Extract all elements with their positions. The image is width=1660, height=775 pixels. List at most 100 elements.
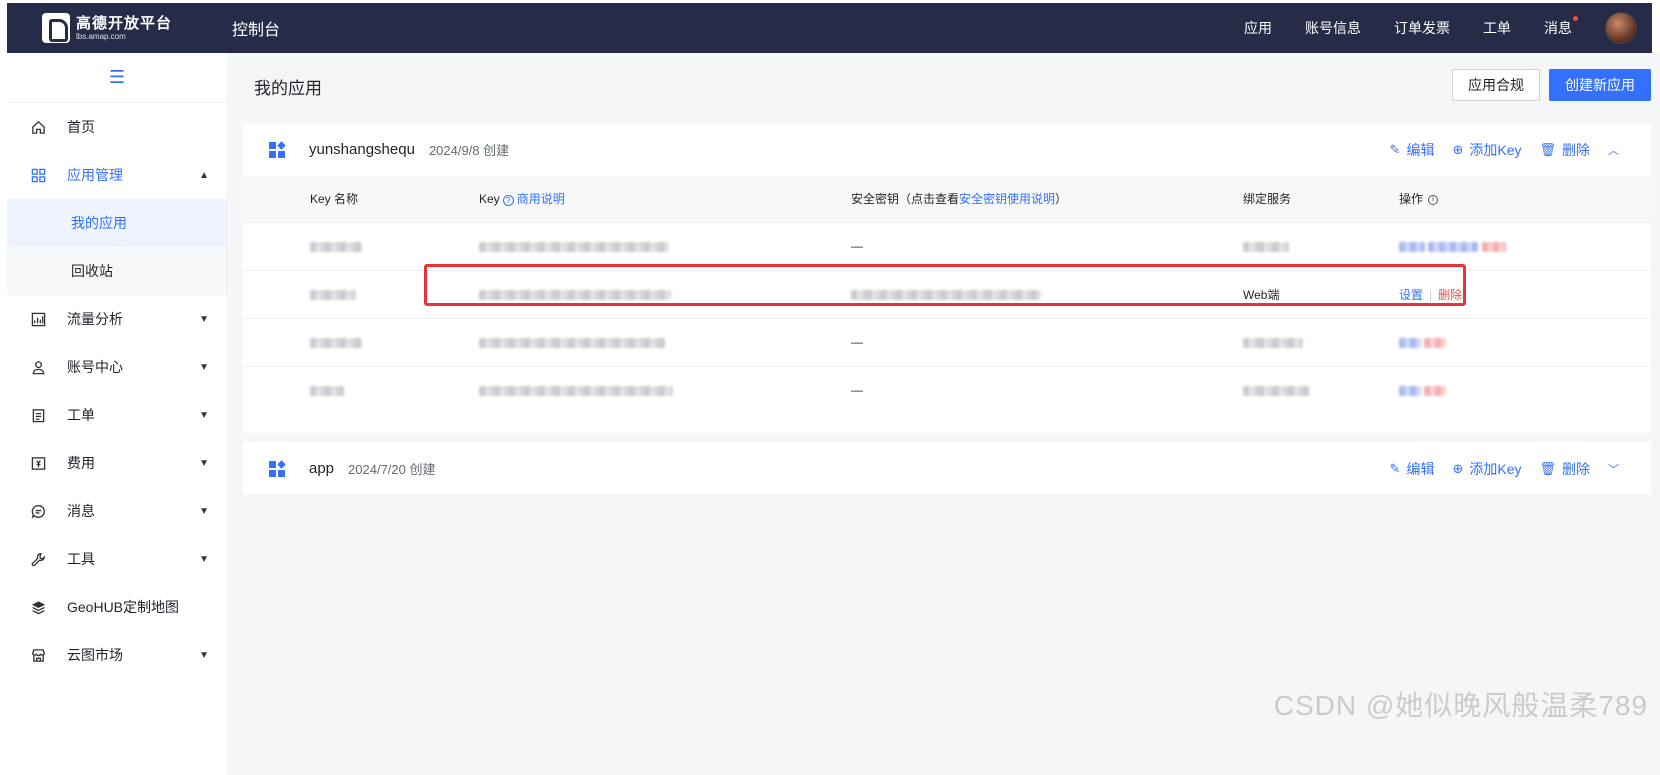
col-operations: 操作 i [1399, 176, 1651, 223]
page-title: 我的应用 [254, 79, 322, 98]
chevron-down-icon: ▼ [199, 313, 209, 325]
security-key-empty: — [851, 383, 863, 398]
sidebar-item-label: 应用管理 [67, 167, 123, 183]
sidebar-item-tickets[interactable]: 工单 ▼ [7, 391, 227, 439]
console-title[interactable]: 控制台 [232, 16, 280, 40]
csdn-watermark: CSDN @她似晚风般温柔789 [1273, 690, 1648, 721]
chevron-down-icon: ▼ [199, 553, 209, 565]
wrench-icon [29, 550, 47, 568]
user-avatar[interactable] [1605, 12, 1637, 44]
home-icon [29, 118, 47, 136]
chart-icon [29, 310, 47, 328]
key-settings-link[interactable]: 设置 [1399, 288, 1423, 302]
main-content: 我的应用 应用合规 创建新应用 yunshangshequ 2024/9/8 创… [229, 53, 1660, 775]
collapse-icon[interactable]: ︿ [1608, 142, 1619, 158]
expand-icon[interactable]: ﹀ [1608, 461, 1619, 477]
sidebar-item-traffic-analysis[interactable]: 流量分析 ▼ [7, 295, 227, 343]
key-delete-link[interactable]: 删除 [1438, 288, 1462, 302]
app-compliance-button[interactable]: 应用合规 [1452, 69, 1540, 101]
sidebar-item-label: 费用 [67, 455, 95, 471]
redacted-op[interactable] [1428, 241, 1479, 252]
redacted-security-key[interactable] [851, 289, 1041, 300]
col-security-key: 安全密钥（点击查看安全密钥使用说明） [851, 176, 1243, 223]
nav-messages[interactable]: 消息 [1544, 16, 1578, 38]
key-table: Key 名称 Key? 商用说明 安全密钥（点击查看安全密钥使用说明） 绑定服务 … [243, 176, 1651, 414]
edit-icon: ✎ [1389, 460, 1401, 476]
table-row: — [243, 222, 1651, 271]
redacted-op[interactable] [1399, 241, 1425, 252]
chevron-down-icon: ▼ [199, 409, 209, 421]
add-key-button[interactable]: ⊕ 添加Key [1452, 459, 1521, 479]
chevron-down-icon: ▼ [199, 649, 209, 661]
add-key-button[interactable]: ⊕ 添加Key [1452, 140, 1521, 160]
trash-icon: 🗑 [1539, 141, 1556, 157]
chevron-down-icon: ▼ [199, 361, 209, 373]
ticket-icon [29, 406, 47, 424]
app-card-header: yunshangshequ 2024/9/8 创建 ✎ 编辑 ⊕ 添加Key 🗑 删除… [243, 123, 1651, 176]
redacted-key [479, 289, 671, 300]
top-nav: 应用 账号信息 订单发票 工单 消息 [1244, 3, 1652, 53]
nav-apps[interactable]: 应用 [1244, 18, 1272, 38]
logo-domain: lbs.amap.com [76, 31, 126, 41]
sidebar-item-label: 工具 [67, 551, 95, 567]
redacted-op[interactable] [1424, 386, 1447, 397]
app-created-date: 2024/7/20 创建 [348, 462, 436, 477]
sidebar-item-label: 工单 [67, 407, 95, 423]
sidebar-item-cloud-market[interactable]: 云图市场 ▼ [7, 631, 227, 679]
layers-icon [29, 598, 47, 616]
sidebar-item-messages[interactable]: 消息 ▼ [7, 487, 227, 535]
col-key: Key? 商用说明 [479, 176, 851, 223]
sidebar-item-tools[interactable]: 工具 ▼ [7, 535, 227, 583]
edit-app-button[interactable]: ✎ 编辑 [1390, 140, 1435, 160]
delete-app-button[interactable]: 🗑 删除 [1539, 140, 1590, 160]
redacted-key-name [310, 337, 362, 348]
app-card: yunshangshequ 2024/9/8 创建 ✎ 编辑 ⊕ 添加Key 🗑 删除… [243, 123, 1651, 433]
sidebar-item-home[interactable]: 首页 [7, 103, 227, 151]
sidebar-item-geohub[interactable]: GeoHUB定制地图 [7, 583, 227, 631]
sidebar-item-label: 首页 [67, 119, 95, 135]
nav-tickets[interactable]: 工单 [1483, 18, 1511, 38]
app-card: app 2024/7/20 创建 ✎ 编辑 ⊕ 添加Key 🗑 删除 ﹀ [243, 442, 1651, 494]
redacted-op[interactable] [1399, 386, 1421, 397]
sidebar-item-label: 云图市场 [67, 647, 123, 663]
delete-app-button[interactable]: 🗑 删除 [1539, 459, 1590, 479]
table-header-row: Key 名称 Key? 商用说明 安全密钥（点击查看安全密钥使用说明） 绑定服务 … [243, 176, 1651, 223]
help-icon: ? [502, 194, 514, 206]
sidebar-item-label: 消息 [67, 503, 95, 519]
amap-logo[interactable]: 高德开放平台 lbs.amap.com [42, 13, 202, 43]
bound-service: Web端 [1243, 270, 1399, 319]
table-row: Web端 设置 | 删除 [243, 270, 1651, 319]
chevron-up-icon: ▲ [199, 169, 209, 181]
redacted-op[interactable] [1399, 337, 1421, 348]
app-name: app [309, 460, 335, 477]
app-name: yunshangshequ [309, 141, 415, 158]
redacted-key-name [310, 241, 362, 252]
sidebar-item-account-center[interactable]: 账号中心 ▼ [7, 343, 227, 391]
fee-icon [29, 454, 47, 472]
sidebar-item-app-management[interactable]: 应用管理 ▲ [7, 151, 227, 199]
sidebar-item-label: 账号中心 [67, 359, 123, 375]
chevron-down-icon: ▼ [199, 505, 209, 517]
col-key-name: Key 名称 [243, 176, 479, 223]
nav-orders-invoices[interactable]: 订单发票 [1394, 18, 1450, 38]
menu-toggle-icon[interactable]: ☰ [7, 53, 227, 103]
sidebar-item-fees[interactable]: 费用 ▼ [7, 439, 227, 487]
redacted-op[interactable] [1481, 241, 1506, 252]
app-card-header: app 2024/7/20 创建 ✎ 编辑 ⊕ 添加Key 🗑 删除 ﹀ [243, 442, 1651, 495]
redacted-op[interactable] [1424, 337, 1447, 348]
plus-circle-icon: ⊕ [1452, 460, 1464, 476]
redacted-service [1243, 241, 1289, 252]
nav-account-info[interactable]: 账号信息 [1305, 18, 1361, 38]
logo-name: 高德开放平台 [76, 14, 173, 32]
sidebar-item-recycle-bin[interactable]: 回收站 [7, 247, 227, 295]
sidebar-item-my-apps[interactable]: 我的应用 [7, 199, 227, 247]
sidebar-item-label: 流量分析 [67, 311, 123, 327]
security-key-usage-link[interactable]: 安全密钥使用说明 [959, 192, 1055, 206]
chevron-down-icon: ▼ [199, 457, 209, 469]
edit-app-button[interactable]: ✎ 编辑 [1390, 459, 1435, 479]
security-key-empty: — [851, 318, 1243, 367]
commercial-info-link[interactable]: 商用说明 [517, 192, 565, 206]
redacted-key [479, 337, 665, 348]
redacted-key-name [310, 289, 356, 300]
create-app-button[interactable]: 创建新应用 [1549, 69, 1651, 101]
